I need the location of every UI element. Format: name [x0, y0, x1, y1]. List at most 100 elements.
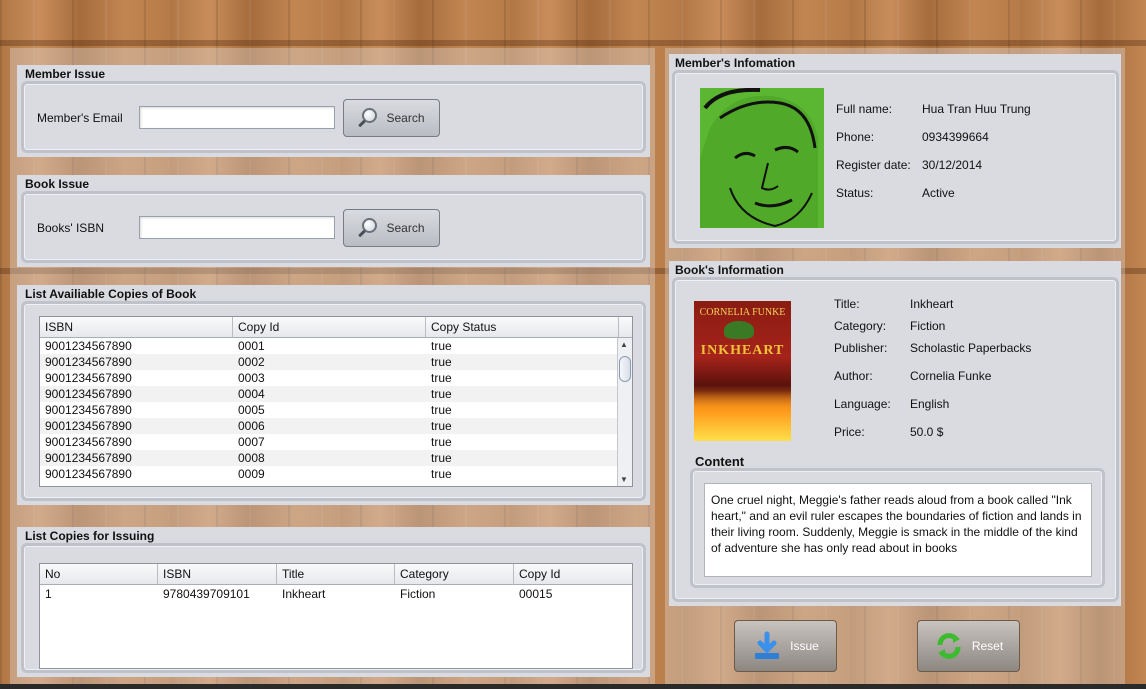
table-header: No ISBN Title Category Copy Id	[40, 564, 632, 585]
member-register-date-key: Register date:	[836, 158, 911, 172]
available-copies-section: List Availiable Copies of Book ISBN Copy…	[17, 285, 650, 505]
member-issue-title: Member Issue	[25, 67, 106, 81]
magnifier-icon	[358, 107, 380, 129]
cell-copy-status: true	[431, 371, 452, 385]
cover-title-text: INKHEART	[700, 343, 785, 358]
column-header-copy-id[interactable]: Copy Id	[233, 317, 426, 337]
book-search-button[interactable]: Search	[343, 209, 440, 247]
issuing-copies-table[interactable]: No ISBN Title Category Copy Id 1 9780439…	[39, 563, 633, 669]
book-title-key: Title:	[834, 297, 860, 311]
table-row[interactable]: 9001234567890 0007 true	[40, 434, 632, 450]
book-info-section: Book's Information CORNELIA FUNKE INKHEA…	[669, 261, 1121, 606]
book-title-value: Inkheart	[910, 297, 954, 311]
column-header-category[interactable]: Category	[395, 564, 514, 584]
cell-copy-id: 0004	[238, 387, 265, 401]
cell-copy-id: 0005	[238, 403, 265, 417]
member-email-input[interactable]	[139, 106, 335, 129]
cell-isbn: 9001234567890	[45, 467, 132, 481]
cell-copy-id: 0009	[238, 467, 265, 481]
book-language-key: Language:	[834, 397, 891, 411]
member-search-button[interactable]: Search	[343, 99, 440, 137]
cell-copy-id: 0008	[238, 451, 265, 465]
cover-dragon-shape	[724, 321, 754, 339]
book-isbn-input[interactable]	[139, 216, 335, 239]
magnifier-icon	[358, 217, 380, 239]
issue-button-label: Issue	[790, 639, 819, 653]
cell-category: Fiction	[400, 587, 436, 601]
book-publisher-key: Publisher:	[834, 341, 888, 355]
cell-title: Inkheart	[282, 587, 326, 601]
book-price-key: Price:	[834, 425, 865, 439]
cover-flames	[694, 391, 791, 441]
cell-copy-id: 00015	[519, 587, 553, 601]
refresh-icon	[937, 633, 961, 659]
cell-copy-id: 0001	[238, 339, 265, 353]
cell-isbn: 9001234567890	[45, 435, 132, 449]
cell-copy-status: true	[431, 451, 452, 465]
member-fullname-value: Hua Tran Huu Trung	[922, 102, 1031, 116]
table-header: ISBN Copy Id Copy Status	[40, 317, 632, 338]
cell-no: 1	[45, 587, 52, 601]
book-publisher-value: Scholastic Paperbacks	[910, 341, 1032, 355]
table-body: 9001234567890 0001 true 9001234567890 00…	[40, 338, 632, 482]
cell-copy-status: true	[431, 467, 452, 481]
cell-copy-status: true	[431, 435, 452, 449]
cell-copy-status: true	[431, 387, 452, 401]
taskbar-strip	[0, 684, 1146, 689]
book-content-text[interactable]: One cruel night, Meggie's father reads a…	[704, 483, 1092, 577]
table-row[interactable]: 9001234567890 0006 true	[40, 418, 632, 434]
book-author-value: Cornelia Funke	[910, 369, 992, 383]
book-isbn-label: Books' ISBN	[37, 221, 104, 235]
column-header-copy-id[interactable]: Copy Id	[514, 564, 632, 584]
cell-copy-status: true	[431, 403, 452, 417]
table-scrollbar[interactable]: ▲ ▼	[617, 338, 632, 486]
scroll-up-arrow-icon[interactable]: ▲	[620, 340, 628, 349]
table-row[interactable]: 9001234567890 0008 true	[40, 450, 632, 466]
available-copies-table[interactable]: ISBN Copy Id Copy Status 9001234567890 0…	[39, 316, 633, 487]
member-avatar	[700, 88, 824, 228]
download-arrow-icon	[755, 631, 780, 659]
cell-isbn: 9001234567890	[45, 371, 132, 385]
book-content-label: Content	[695, 454, 745, 469]
member-search-label: Search	[386, 111, 425, 125]
table-row[interactable]: 9001234567890 0001 true	[40, 338, 632, 354]
table-row[interactable]: 9001234567890 0005 true	[40, 402, 632, 418]
cell-copy-status: true	[431, 355, 452, 369]
member-phone-value: 0934399664	[922, 130, 989, 144]
book-author-key: Author:	[834, 369, 873, 383]
column-header-isbn[interactable]: ISBN	[40, 317, 233, 337]
cell-isbn: 9001234567890	[45, 403, 132, 417]
cell-copy-status: true	[431, 419, 452, 433]
cell-isbn: 9780439709101	[163, 587, 250, 601]
available-copies-title: List Availiable Copies of Book	[25, 287, 197, 301]
column-header-isbn[interactable]: ISBN	[158, 564, 277, 584]
column-header-title[interactable]: Title	[277, 564, 395, 584]
table-row[interactable]: 9001234567890 0003 true	[40, 370, 632, 386]
scrollbar-thumb[interactable]	[619, 356, 631, 382]
table-row[interactable]: 9001234567890 0002 true	[40, 354, 632, 370]
table-row[interactable]: 9001234567890 0004 true	[40, 386, 632, 402]
member-email-label: Member's Email	[37, 111, 123, 125]
cell-copy-id: 0007	[238, 435, 265, 449]
book-cover-image: CORNELIA FUNKE INKHEART	[694, 301, 791, 441]
cell-copy-id: 0003	[238, 371, 265, 385]
member-issue-section: Member Issue Member's Email Search	[17, 65, 650, 157]
cell-isbn: 9001234567890	[45, 339, 132, 353]
table-row[interactable]: 9001234567890 0009 true	[40, 466, 632, 482]
reset-button-label: Reset	[971, 639, 1004, 653]
book-price-value: 50.0 $	[910, 425, 944, 439]
book-language-value: English	[910, 397, 950, 411]
cell-isbn: 9001234567890	[45, 355, 132, 369]
member-photo-sketch	[700, 88, 824, 228]
scroll-down-arrow-icon[interactable]: ▼	[620, 475, 628, 484]
cover-author-text: CORNELIA FUNKE	[699, 307, 786, 318]
issuing-copies-title: List Copies for Issuing	[25, 529, 155, 543]
table-row[interactable]: 1 9780439709101 Inkheart Fiction 00015	[40, 585, 632, 603]
column-header-no[interactable]: No	[40, 564, 158, 584]
issue-button[interactable]: Issue	[734, 620, 837, 672]
member-status-value: Active	[922, 186, 955, 200]
reset-button[interactable]: Reset	[917, 620, 1020, 672]
book-info-title: Book's Information	[675, 263, 784, 277]
member-fullname-key: Full name:	[836, 102, 893, 116]
column-header-copy-status[interactable]: Copy Status	[426, 317, 619, 337]
